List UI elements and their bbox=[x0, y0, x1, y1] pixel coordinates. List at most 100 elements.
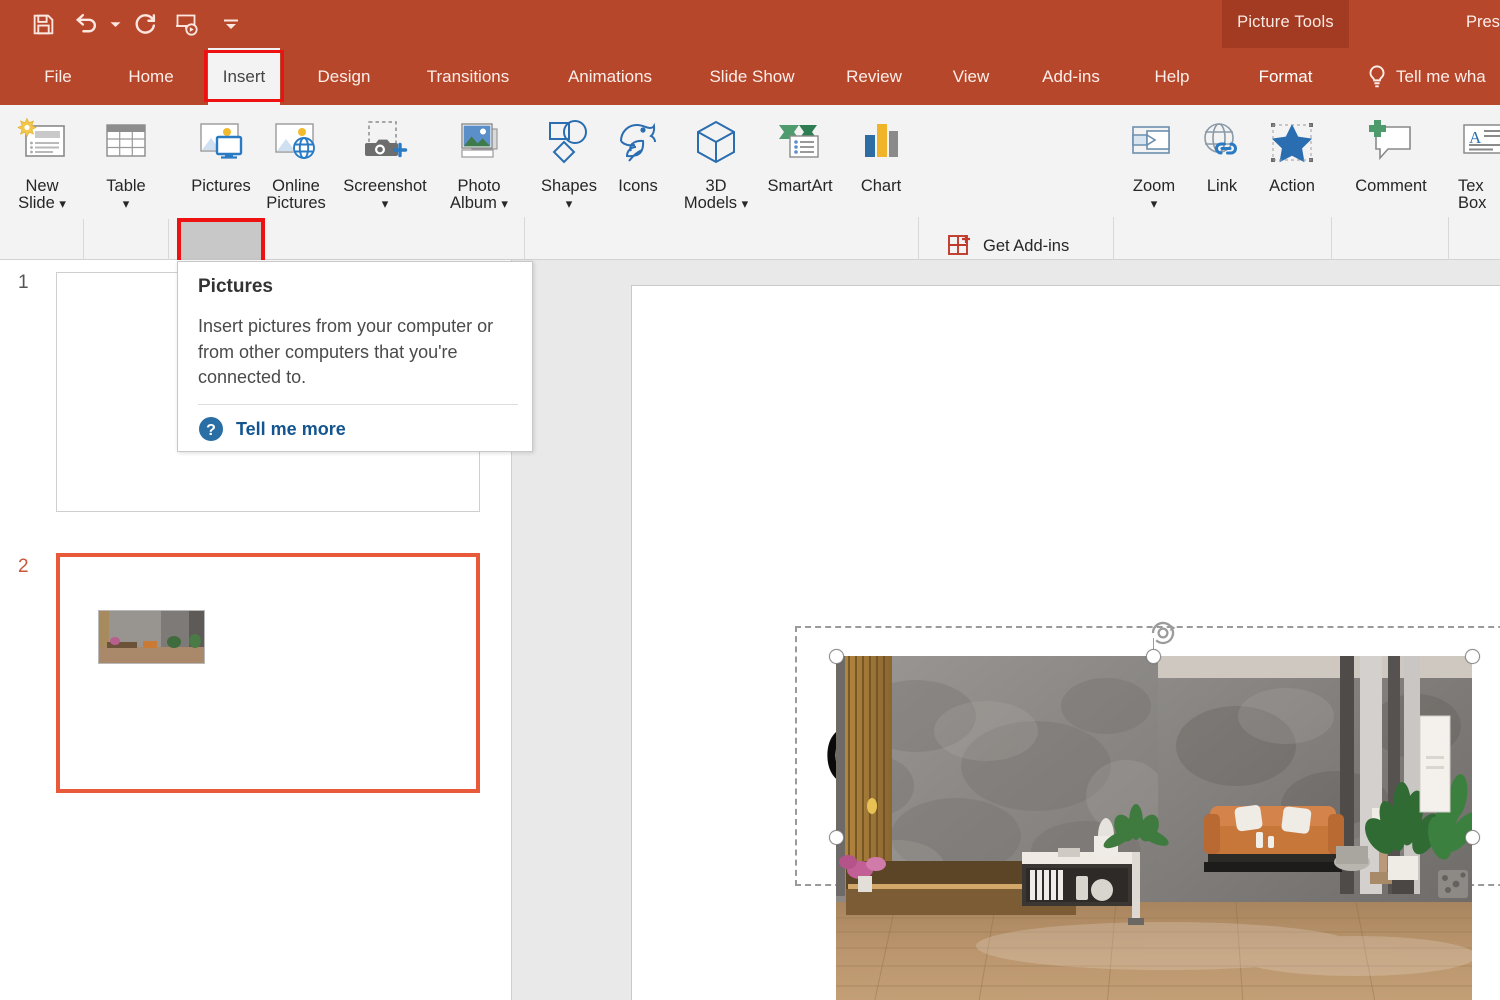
button-label-line1: SmartArt bbox=[767, 177, 833, 195]
smartart-button[interactable]: SmartArt bbox=[752, 117, 848, 195]
chart-button[interactable]: Chart bbox=[846, 117, 916, 195]
button-label-line1: Comment bbox=[1355, 177, 1427, 195]
thumbnail-slide-2[interactable] bbox=[56, 553, 480, 793]
powerpoint-window: Picture Tools Pres File Home Insert Design T… bbox=[0, 0, 1500, 1000]
comment-icon bbox=[1362, 117, 1420, 173]
pictures-icon bbox=[192, 117, 250, 173]
tab-design[interactable]: Design bbox=[300, 48, 388, 105]
customize-qat-icon[interactable] bbox=[222, 6, 240, 42]
link-icon bbox=[1193, 117, 1251, 173]
inserted-picture[interactable] bbox=[836, 656, 1472, 1000]
tab-insert[interactable]: Insert bbox=[208, 48, 280, 105]
online-pictures-button[interactable]: Online Pictures bbox=[253, 117, 339, 213]
new-slide-icon bbox=[13, 117, 71, 173]
thumbnail-picture bbox=[98, 610, 205, 664]
icons-icon bbox=[609, 117, 667, 173]
zoom-icon bbox=[1125, 117, 1183, 173]
photo-album-icon bbox=[450, 117, 508, 173]
tab-review[interactable]: Review bbox=[832, 48, 916, 105]
tab-animations[interactable]: Animations bbox=[548, 48, 672, 105]
button-caret[interactable]: ▾ bbox=[566, 197, 573, 211]
new-slide-button[interactable]: New Slide ▾ bbox=[2, 117, 82, 213]
online-pictures-icon bbox=[267, 117, 325, 173]
ribbon: New Slide ▾ Table ▾ Pictures Online Pict… bbox=[0, 105, 1500, 357]
lightbulb-icon bbox=[1369, 64, 1385, 87]
undo-dropdown-icon[interactable] bbox=[106, 6, 124, 42]
button-caret[interactable]: ▾ bbox=[1151, 197, 1158, 211]
screenshot-icon bbox=[356, 117, 414, 173]
tell-me-more-label: Tell me more bbox=[236, 418, 346, 439]
button-label-line1: Chart bbox=[860, 177, 902, 195]
redo-icon[interactable] bbox=[124, 6, 166, 42]
pictures-button[interactable]: Pictures bbox=[178, 117, 264, 195]
start-slideshow-icon[interactable] bbox=[166, 6, 208, 42]
tell-me-search[interactable]: Tell me wha bbox=[1366, 48, 1486, 105]
button-label-line1: Online bbox=[272, 177, 320, 195]
tooltip-body: Insert pictures from your computer or fr… bbox=[198, 316, 494, 388]
tell-me-label: Tell me wha bbox=[1396, 66, 1486, 86]
text-box-icon: A bbox=[1456, 117, 1500, 173]
link-button[interactable]: Link bbox=[1191, 117, 1253, 195]
button-label-line2: Album ▾ bbox=[450, 194, 508, 213]
save-icon[interactable] bbox=[22, 6, 64, 42]
rotate-handle[interactable] bbox=[1141, 611, 1185, 655]
text-box-button[interactable]: A Tex Box bbox=[1456, 117, 1500, 213]
thumb-number-2: 2 bbox=[18, 556, 29, 577]
ribbon-tabs: File Home Insert Design Transitions Animation… bbox=[0, 48, 1500, 105]
button-label-line1: Icons bbox=[618, 177, 658, 195]
handle-top-left[interactable] bbox=[829, 649, 844, 664]
handle-top-right[interactable] bbox=[1465, 649, 1480, 664]
button-label-line1: Link bbox=[1206, 177, 1238, 195]
get-addins-icon bbox=[948, 235, 970, 255]
screenshot-button[interactable]: Screenshot ▾ bbox=[331, 117, 439, 211]
table-button[interactable]: Table ▾ bbox=[86, 117, 166, 211]
picture-tools-label: Picture Tools bbox=[1237, 13, 1334, 31]
table-icon bbox=[97, 117, 155, 173]
handle-middle-left[interactable] bbox=[829, 830, 844, 845]
button-label-line1: New bbox=[25, 177, 59, 195]
question-mark-icon: ? bbox=[199, 417, 223, 441]
3d-models-icon bbox=[687, 117, 745, 173]
get-addins-label: Get Add-ins bbox=[983, 236, 1070, 255]
button-label-line2: Box bbox=[1458, 194, 1487, 213]
button-label-line1: Photo bbox=[457, 177, 501, 195]
tab-transitions[interactable]: Transitions bbox=[408, 48, 528, 105]
handle-middle-right[interactable] bbox=[1465, 830, 1480, 845]
button-caret[interactable]: ▾ bbox=[382, 197, 389, 211]
action-button[interactable]: Action bbox=[1253, 117, 1331, 195]
comment-button[interactable]: Comment bbox=[1336, 117, 1446, 195]
get-addins-button[interactable]: Get Add-ins bbox=[946, 232, 1069, 260]
tab-help[interactable]: Help bbox=[1136, 48, 1208, 105]
shapes-icon bbox=[540, 117, 598, 173]
button-label-line1: Tex bbox=[1458, 177, 1484, 195]
photo-album-button[interactable]: Photo Album ▾ bbox=[437, 117, 521, 213]
tell-me-more-link[interactable]: ? Tell me more bbox=[198, 416, 346, 442]
tab-view[interactable]: View bbox=[936, 48, 1006, 105]
button-label-line2: Pictures bbox=[266, 194, 326, 213]
tab-format[interactable]: Format bbox=[1222, 48, 1349, 105]
button-label-line1: Action bbox=[1269, 177, 1315, 195]
tab-home[interactable]: Home bbox=[110, 48, 192, 105]
tooltip-divider bbox=[198, 404, 518, 405]
button-label-line1: Table bbox=[106, 177, 146, 195]
undo-icon[interactable] bbox=[64, 6, 106, 42]
button-label-line1: 3D bbox=[705, 177, 727, 195]
tooltip-title: Pictures bbox=[198, 276, 273, 297]
action-icon bbox=[1263, 117, 1321, 173]
button-label-line1: Screenshot bbox=[343, 177, 427, 195]
tab-add-ins[interactable]: Add-ins bbox=[1026, 48, 1116, 105]
tab-file[interactable]: File bbox=[26, 48, 90, 105]
pictures-tooltip: Pictures Insert pictures from your compu… bbox=[177, 261, 533, 452]
slide-canvas[interactable]: Click to add title bbox=[631, 285, 1500, 1000]
button-label-line2: Slide ▾ bbox=[18, 194, 66, 213]
button-caret[interactable]: ▾ bbox=[123, 197, 130, 211]
tab-slide-show[interactable]: Slide Show bbox=[692, 48, 812, 105]
handle-top-center[interactable] bbox=[1146, 649, 1161, 664]
3d-models-button[interactable]: 3D Models ▾ bbox=[674, 117, 758, 213]
smartart-icon bbox=[771, 117, 829, 173]
button-label-line1: Shapes bbox=[541, 177, 597, 195]
shapes-button[interactable]: Shapes ▾ bbox=[530, 117, 608, 211]
zoom-button[interactable]: Zoom ▾ bbox=[1119, 117, 1189, 211]
icons-button[interactable]: Icons bbox=[604, 117, 672, 195]
presentation-title: Pres bbox=[1466, 13, 1500, 31]
